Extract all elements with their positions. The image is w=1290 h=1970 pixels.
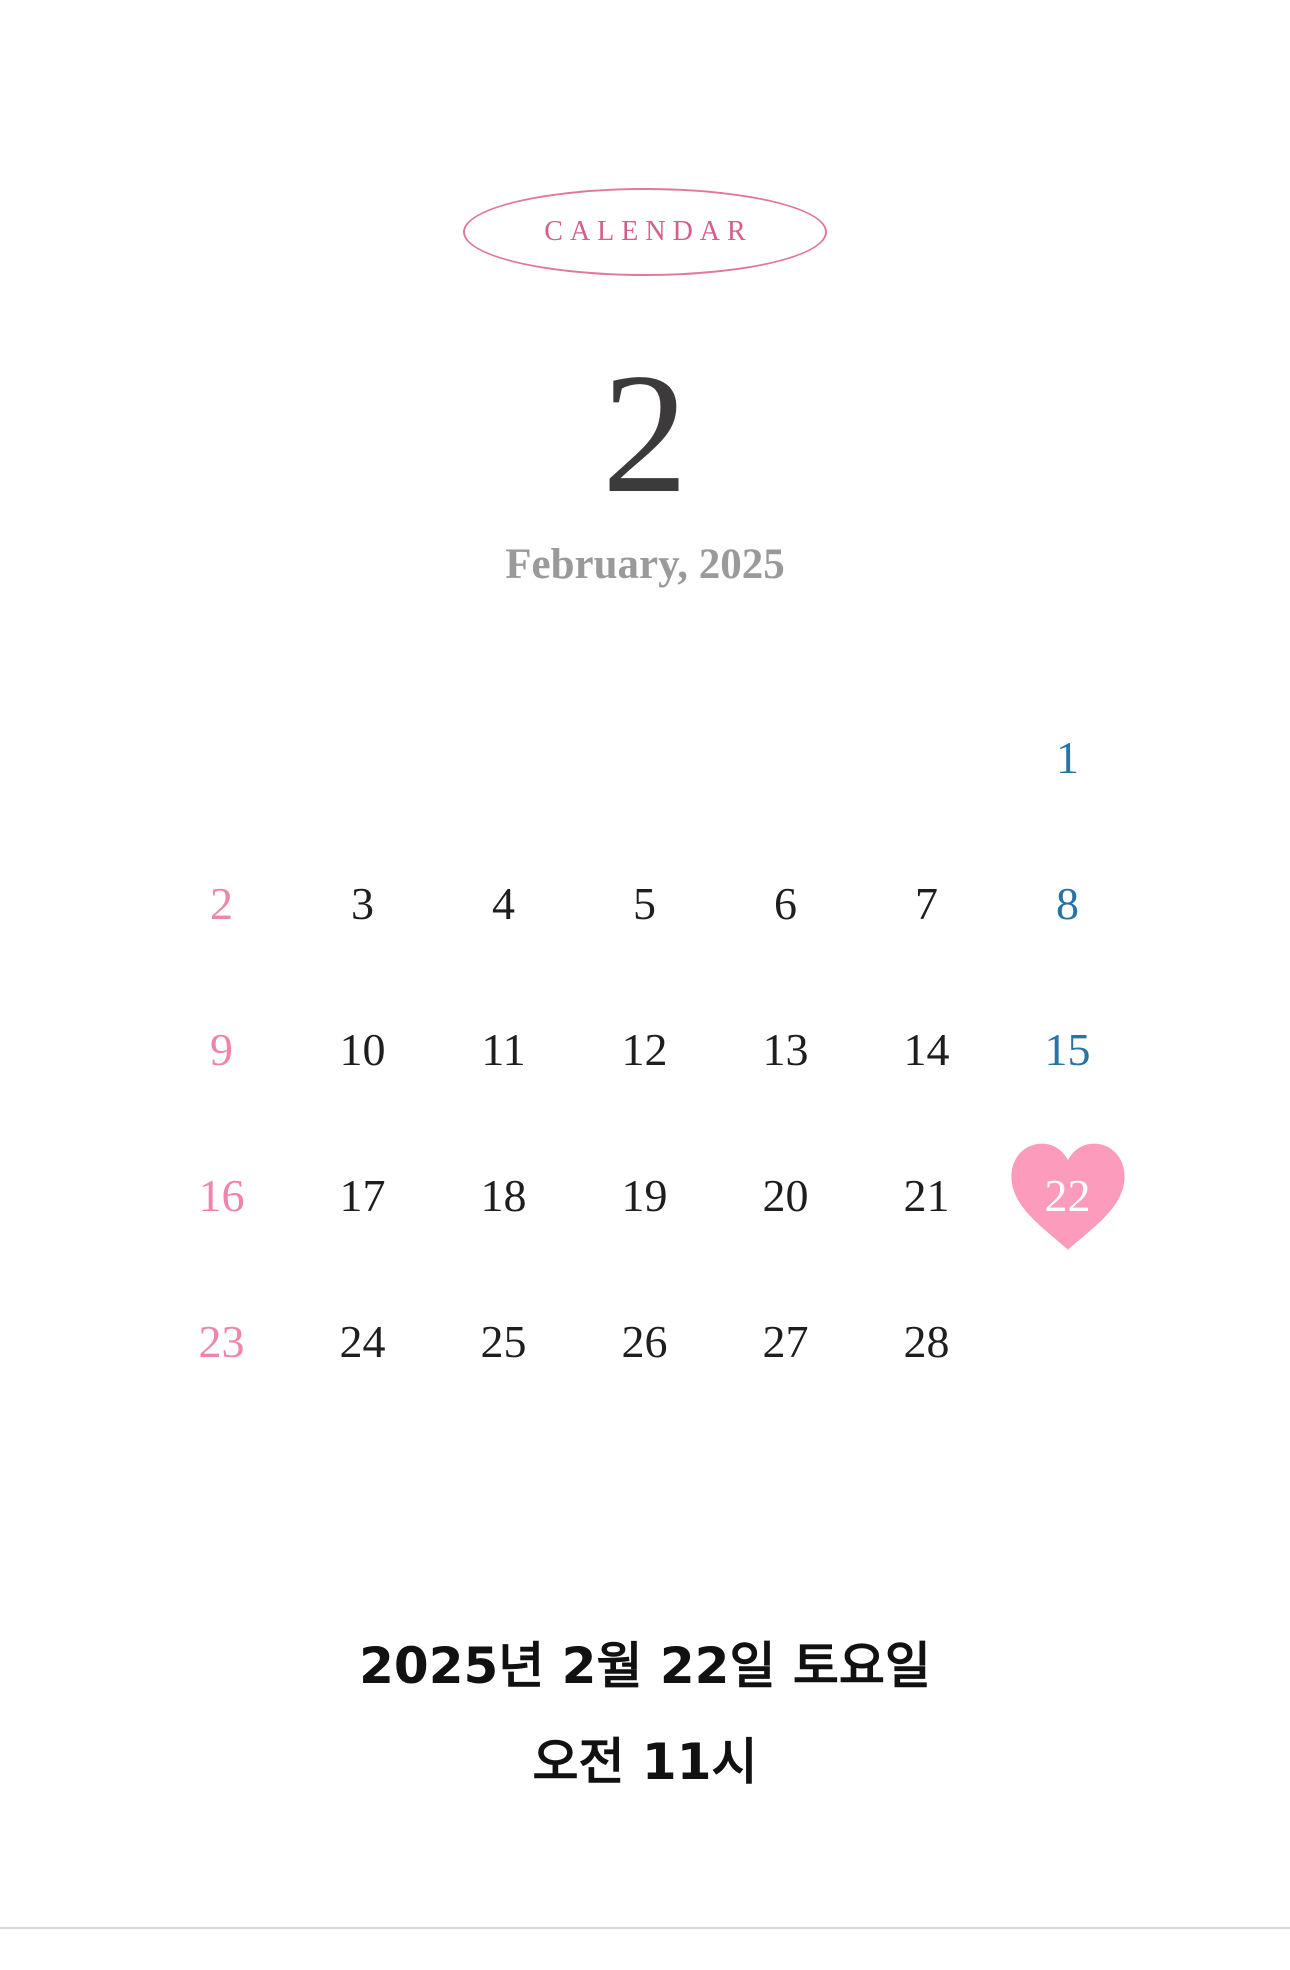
calendar-day-number: 18 <box>480 1169 527 1221</box>
calendar-day-24: 24 <box>292 1268 433 1414</box>
calendar-day-10: 10 <box>292 976 433 1122</box>
calendar-day-3: 3 <box>292 830 433 976</box>
calendar-day-28: 28 <box>856 1268 997 1414</box>
calendar-day-25: 25 <box>433 1268 574 1414</box>
calendar-badge-label: CALENDAR <box>544 216 753 247</box>
calendar-day-number: 20 <box>762 1169 809 1221</box>
calendar-day-number: 22 <box>1044 1169 1091 1221</box>
calendar-day-19: 19 <box>574 1122 715 1268</box>
event-date: 2025년 2월 22일 토요일 <box>359 1637 931 1695</box>
calendar-day-number: 5 <box>633 877 656 929</box>
calendar-day-number: 14 <box>903 1023 950 1075</box>
calendar-day-number: 23 <box>198 1315 245 1367</box>
calendar-day-21: 21 <box>856 1122 997 1268</box>
calendar-day-18: 18 <box>433 1122 574 1268</box>
calendar-day-8: 8 <box>997 830 1138 976</box>
calendar-day-20: 20 <box>715 1122 856 1268</box>
calendar-day-number: 10 <box>339 1023 386 1075</box>
calendar-day-9: 9 <box>151 976 292 1122</box>
calendar-day-16: 16 <box>151 1122 292 1268</box>
calendar-day-number: 3 <box>351 877 374 929</box>
calendar-empty-cell <box>292 684 433 830</box>
calendar-day-number: 25 <box>480 1315 527 1367</box>
calendar-day-26: 26 <box>574 1268 715 1414</box>
calendar-day-number: 19 <box>621 1169 668 1221</box>
calendar-day-number: 11 <box>481 1023 526 1075</box>
calendar-day-number: 2 <box>210 877 233 929</box>
calendar-day-12: 12 <box>574 976 715 1122</box>
calendar-day-23: 23 <box>151 1268 292 1414</box>
calendar-day-14: 14 <box>856 976 997 1122</box>
month-year-label: February, 2025 <box>505 541 785 588</box>
calendar-badge: CALENDAR <box>463 188 827 276</box>
event-time: 오전 11시 <box>532 1733 758 1791</box>
calendar-day-number: 21 <box>903 1169 950 1221</box>
calendar-day-4: 4 <box>433 830 574 976</box>
calendar-day-number: 24 <box>339 1315 386 1367</box>
calendar-day-number: 17 <box>339 1169 386 1221</box>
calendar-empty-cell <box>433 684 574 830</box>
calendar-day-15: 15 <box>997 976 1138 1122</box>
calendar-day-number: 6 <box>774 877 797 929</box>
calendar-day-6: 6 <box>715 830 856 976</box>
calendar-day-2: 2 <box>151 830 292 976</box>
calendar-day-number: 4 <box>492 877 515 929</box>
calendar-day-number: 28 <box>903 1315 950 1367</box>
calendar-day-number: 8 <box>1056 877 1079 929</box>
calendar-day-13: 13 <box>715 976 856 1122</box>
calendar-day-27: 27 <box>715 1268 856 1414</box>
calendar-day-number: 15 <box>1044 1023 1091 1075</box>
calendar-day-17: 17 <box>292 1122 433 1268</box>
calendar-day-number: 9 <box>210 1023 233 1075</box>
bottom-divider <box>0 1927 1290 1929</box>
calendar-day-number: 27 <box>762 1315 809 1367</box>
calendar-day-number: 7 <box>915 877 938 929</box>
calendar-day-11: 11 <box>433 976 574 1122</box>
calendar-empty-cell <box>856 684 997 830</box>
calendar-empty-cell <box>151 684 292 830</box>
calendar-day-number: 26 <box>621 1315 668 1367</box>
calendar-day-number: 1 <box>1056 731 1079 783</box>
calendar-empty-cell <box>574 684 715 830</box>
calendar-day-number: 13 <box>762 1023 809 1075</box>
calendar-day-22: 22 <box>997 1122 1138 1268</box>
month-number: 2 <box>602 339 688 529</box>
calendar-day-1: 1 <box>997 684 1138 830</box>
calendar-grid: 1 2 3 4 5 6 7 8 9 10 11 12 13 14 15 16 17 18 19 20 21 22 23 24 2… <box>151 684 1138 1414</box>
calendar-day-5: 5 <box>574 830 715 976</box>
calendar-day-7: 7 <box>856 830 997 976</box>
calendar-day-number: 16 <box>198 1169 245 1221</box>
calendar-day-number: 12 <box>621 1023 668 1075</box>
calendar-empty-cell <box>715 684 856 830</box>
